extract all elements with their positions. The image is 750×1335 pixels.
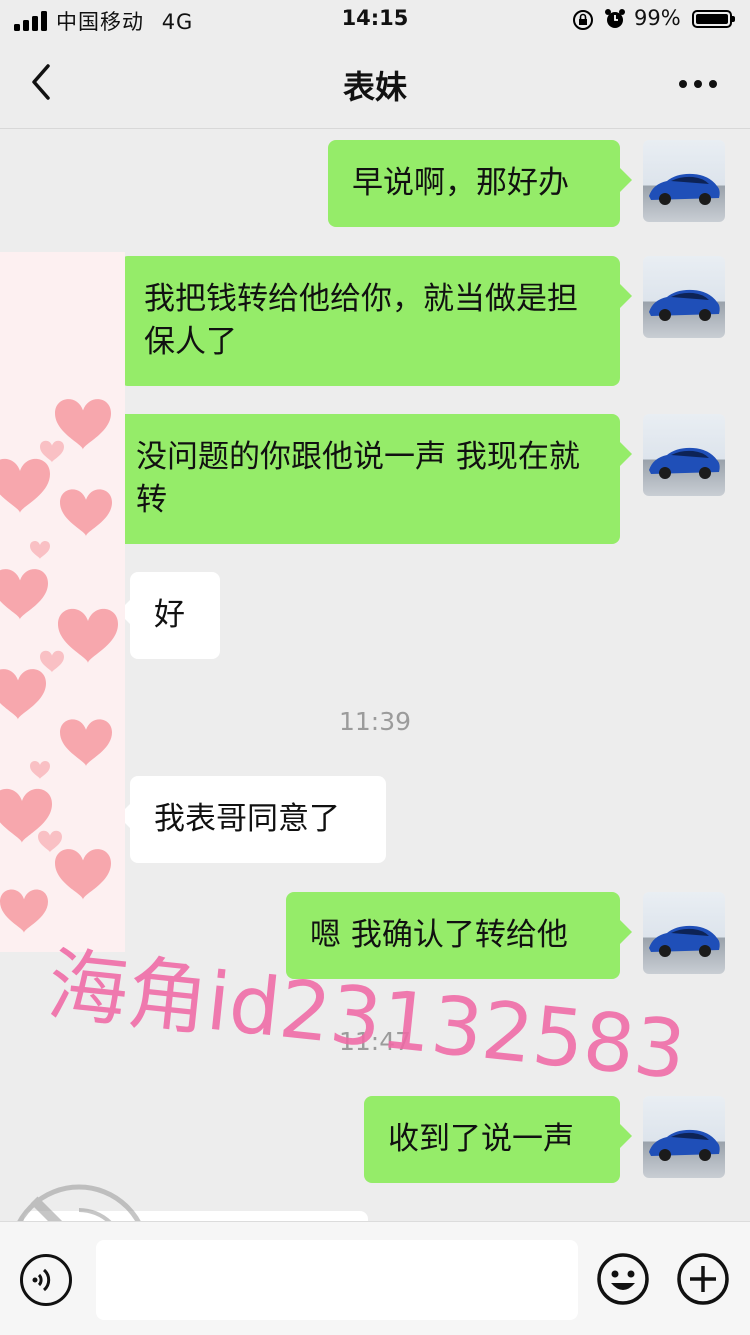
more-icon[interactable]	[678, 78, 718, 90]
status-bar: 中国移动 4G 14:15 99%	[0, 0, 750, 40]
message-bubble-incoming[interactable]: 我表哥同意了	[118, 776, 386, 863]
avatar[interactable]	[643, 256, 725, 338]
battery-percent: 99%	[634, 6, 681, 30]
car-image	[643, 256, 725, 338]
avatar[interactable]	[643, 892, 725, 974]
avatar[interactable]	[643, 414, 725, 496]
lock-rotation-icon	[573, 10, 593, 30]
car-image	[643, 892, 725, 974]
message-bubble-incoming[interactable]: 好	[118, 572, 220, 659]
message-bubble-outgoing[interactable]: 早说啊，那好办	[328, 140, 632, 227]
chat-title: 表妹	[342, 68, 407, 106]
voice-icon	[32, 1268, 51, 1292]
battery-icon	[692, 10, 735, 28]
voice-button[interactable]	[20, 1254, 72, 1306]
car-image	[643, 414, 725, 496]
car-image	[643, 1096, 725, 1178]
car-image	[643, 140, 725, 222]
message-input[interactable]	[96, 1240, 578, 1320]
battery-level	[696, 14, 728, 24]
avatar[interactable]	[643, 1096, 725, 1178]
avatar[interactable]	[643, 140, 725, 222]
message-bubble-outgoing[interactable]: 收到了说一声	[364, 1096, 632, 1183]
message-bubble-outgoing[interactable]: 没问题的你跟他说一声 我现在就转	[112, 414, 632, 544]
plus-icon[interactable]	[676, 1252, 730, 1306]
nav-bar: 表妹	[0, 40, 750, 129]
message-bubble-outgoing[interactable]: 我把钱转给他给你，就当做是担保人了	[120, 256, 632, 386]
emoji-icon[interactable]	[596, 1252, 650, 1306]
alarm-icon	[605, 9, 625, 28]
timestamp: 11:39	[338, 707, 412, 736]
input-bar	[0, 1221, 750, 1335]
